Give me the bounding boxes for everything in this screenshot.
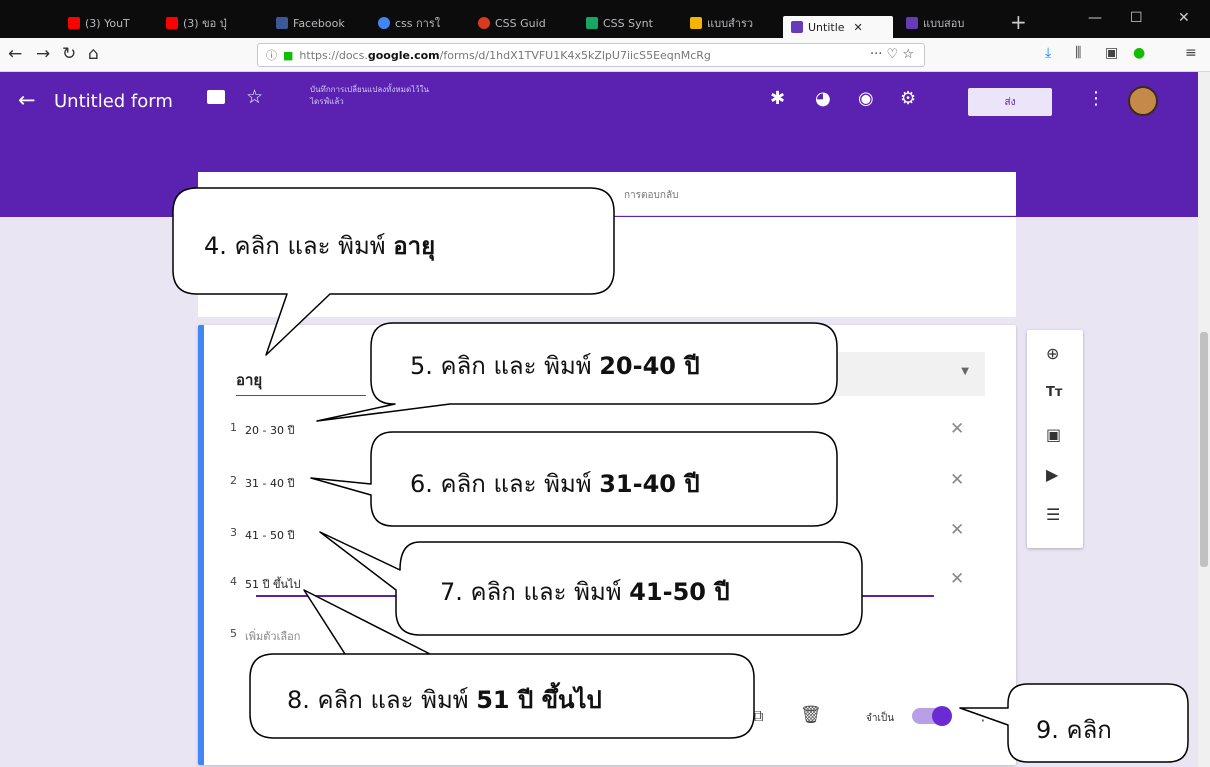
remove-option-2-icon[interactable]: ✕ [950,470,964,490]
youtube-icon [68,17,80,29]
more-options-icon[interactable]: ⋮ [1087,88,1105,109]
forward-button[interactable]: → [36,44,50,64]
drive-icon [690,17,702,29]
toggle-knob [932,706,952,726]
home-icon[interactable]: ⌂ [88,44,99,64]
url-text: https://docs.google.com/forms/d/1hdX1TVF… [299,48,711,62]
required-label: จำเป็น [866,713,895,724]
callout-7-text: 7. คลิก และ พิมพ์ 41-50 ปี [440,578,730,606]
tab-youtube-2[interactable]: (3) ขอ ปุ่ [158,12,253,34]
add-section-icon[interactable]: ☰ [1046,505,1060,524]
page-actions[interactable]: ··· ♡ ☆ [870,47,914,62]
add-video-icon[interactable]: ▶ [1046,465,1058,484]
info-icon[interactable]: ⓘ [266,47,277,63]
preview-eye-icon[interactable]: ◉ [858,88,874,109]
extension-icon[interactable]: ● [1133,45,1145,61]
tab-youtube-1[interactable]: (3) YouT [60,12,155,34]
required-toggle[interactable] [912,706,952,726]
tab-css-syntax[interactable]: CSS Synt [578,12,673,34]
form-tabs: คำถาม การตอบกลับ [198,172,1016,216]
add-question-icon[interactable]: ⊕ [1046,344,1059,363]
tab-facebook[interactable]: Facebook [268,12,360,34]
tab-forms-2[interactable]: แบบสอบ [898,12,993,34]
tab-drive[interactable]: แบบสำรว [682,12,777,34]
addons-icon[interactable]: ✱ [770,88,785,109]
remove-option-1-icon[interactable]: ✕ [950,419,964,439]
url-bar[interactable]: ⓘ ■ https://docs.google.com/forms/d/1hdX… [257,43,925,67]
facebook-icon [276,17,288,29]
css-icon [478,17,490,29]
add-image-icon[interactable]: ▣ [1046,425,1061,444]
page-scrollbar[interactable] [1198,72,1210,767]
question-type-dropdown[interactable]: ▼ [763,352,985,396]
add-option[interactable]: 5 เพิ่มตัวเลือก [230,627,300,645]
callout-4-text: 4. คลิก และ พิมพ์ อายุ [204,232,436,260]
close-tab-icon[interactable]: ✕ [854,21,863,34]
remove-option-3-icon[interactable]: ✕ [950,520,964,540]
tab-responses[interactable]: การตอบกลับ [624,188,678,203]
star-icon[interactable]: ☆ [246,86,263,108]
browser-nav-bar: ← → ↻ ⌂ ⓘ ■ https://docs.google.com/form… [0,38,1210,72]
forms-icon [791,21,803,33]
remove-option-4-icon[interactable]: ✕ [950,569,964,589]
callout-6-text: 6. คลิก และ พิมพ์ 31-40 ปี [410,470,700,498]
callout-9-text: 9. คลิก [1036,716,1112,744]
delete-icon[interactable]: 🗑 [800,705,822,725]
tab-google-search[interactable]: css การใ [370,12,465,34]
tab-untitled-form[interactable]: Untitle ✕ [783,16,893,38]
menu-icon[interactable]: ≡ [1185,45,1197,61]
google-icon [378,17,390,29]
add-title-icon[interactable]: Tт [1046,385,1062,400]
tab-css-guide[interactable]: CSS Guid [470,12,565,34]
new-tab-button[interactable]: + [1010,10,1027,34]
side-toolbar: ⊕ Tт ▣ ▶ ☰ [1027,330,1083,548]
minimize-button[interactable]: — [1088,10,1102,26]
save-status: บันทึกการเปลี่ยนแปลงทั้งหมดไว้ในไดรฟ์แล้… [310,85,430,106]
close-window-button[interactable]: ✕ [1178,10,1190,26]
sidebar-icon[interactable]: ▣ [1105,45,1118,61]
form-title[interactable]: Untitled form [54,91,173,112]
duplicate-icon[interactable]: ⧉ [752,706,763,726]
callout-8-text: 8. คลิก และ พิมพ์ 51 ปี ขึ้นไป [287,686,602,714]
dropdown-arrow-icon: ▼ [961,366,969,377]
option-1[interactable]: 1 20 - 30 ปี [230,421,294,439]
option-3[interactable]: 3 41 - 50 ปี [230,526,294,544]
library-icon[interactable]: ⫼ [1075,45,1081,61]
sheet-icon [586,17,598,29]
reload-button[interactable]: ↻ [62,44,76,64]
back-button[interactable]: ← [8,44,22,64]
question-title-input[interactable]: อายุ [236,368,366,396]
send-button[interactable]: ส่ง [968,88,1052,116]
tab-questions[interactable]: คำถาม [460,188,491,203]
download-icon[interactable]: ⤓ [1045,45,1051,61]
forms-icon [906,17,918,29]
maximize-button[interactable]: ☐ [1130,10,1143,26]
back-arrow-icon[interactable]: ← [18,88,36,112]
palette-icon[interactable]: ◕ [815,88,831,109]
youtube-icon [166,17,178,29]
settings-gear-icon[interactable]: ⚙ [900,88,916,109]
question-more-icon[interactable]: ⋮ [975,705,991,724]
option-2[interactable]: 2 31 - 40 ปี [230,474,294,492]
browser-tab-bar: (3) YouT (3) ขอ ปุ่ Facebook css การใ CS… [0,0,1210,38]
option-4[interactable]: 4 51 ปี ขึ้นไป [230,575,301,593]
folder-icon[interactable] [207,90,225,104]
callout-5-text: 5. คลิก และ พิมพ์ 20-40 ปี [410,352,700,380]
scrollbar-thumb[interactable] [1200,332,1208,567]
avatar[interactable] [1128,86,1158,116]
lock-icon: ■ [283,48,294,62]
